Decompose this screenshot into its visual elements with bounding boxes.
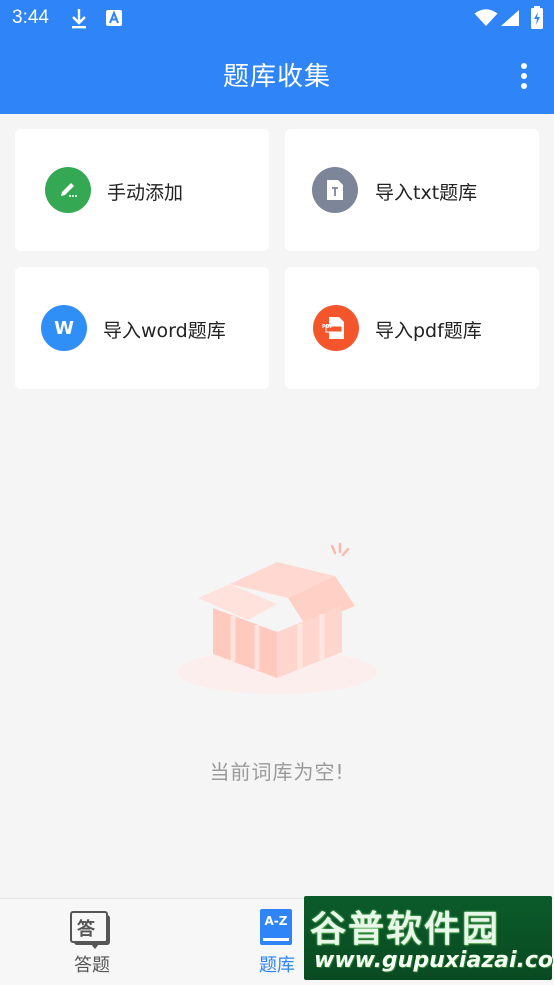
empty-state-message: 当前词库为空! bbox=[209, 760, 345, 784]
card-label: 导入txt题库 bbox=[375, 182, 478, 204]
import-txt-card[interactable]: 导入txt题库 bbox=[285, 129, 539, 251]
card-label: 导入pdf题库 bbox=[375, 320, 482, 342]
answer-icon-glyph: 答 bbox=[77, 919, 95, 940]
status-bar: 3:44 bbox=[0, 0, 554, 38]
word-icon: W bbox=[41, 305, 87, 351]
signal-icon bbox=[501, 10, 519, 26]
app-notification-icon bbox=[106, 10, 122, 26]
word-icon-letter: W bbox=[54, 317, 74, 339]
app-bar: 题库收集 bbox=[0, 38, 554, 114]
pencil-icon bbox=[45, 167, 91, 213]
pdf-icon-text: PDF bbox=[322, 324, 334, 330]
a-z-book-icon-text: A-Z bbox=[264, 914, 288, 928]
status-time: 3:44 bbox=[12, 7, 49, 28]
more-vert-icon bbox=[521, 63, 527, 69]
card-label: 导入word题库 bbox=[103, 320, 226, 342]
import-word-card[interactable]: W 导入word题库 bbox=[15, 267, 269, 389]
more-vert-icon-dot bbox=[521, 83, 527, 89]
tab-answer[interactable]: 答 答题 bbox=[22, 899, 162, 985]
more-options-button[interactable] bbox=[516, 60, 532, 92]
more-vert-icon-dot bbox=[521, 73, 527, 79]
txt-file-icon bbox=[312, 167, 358, 213]
answer-icon: 答 bbox=[70, 911, 110, 949]
tab-label: 答题 bbox=[74, 955, 110, 976]
download-icon bbox=[72, 9, 86, 29]
battery-icon bbox=[531, 6, 543, 29]
wifi-icon bbox=[474, 9, 498, 26]
page-title: 题库收集 bbox=[222, 62, 331, 92]
a-z-book-icon: A-Z bbox=[260, 909, 292, 945]
pdf-file-icon: PDF bbox=[313, 305, 359, 351]
import-pdf-card[interactable]: PDF 导入pdf题库 bbox=[285, 267, 539, 389]
watermark-brand: 谷普软件园 bbox=[310, 909, 501, 950]
manual-add-card[interactable]: 手动添加 bbox=[15, 129, 269, 251]
empty-box-illustration bbox=[177, 542, 377, 694]
card-label: 手动添加 bbox=[107, 182, 184, 204]
watermark-url: www.gupuxiazai.com bbox=[314, 948, 554, 973]
watermark-logo: 谷普软件园 www.gupuxiazai.com bbox=[304, 896, 554, 980]
